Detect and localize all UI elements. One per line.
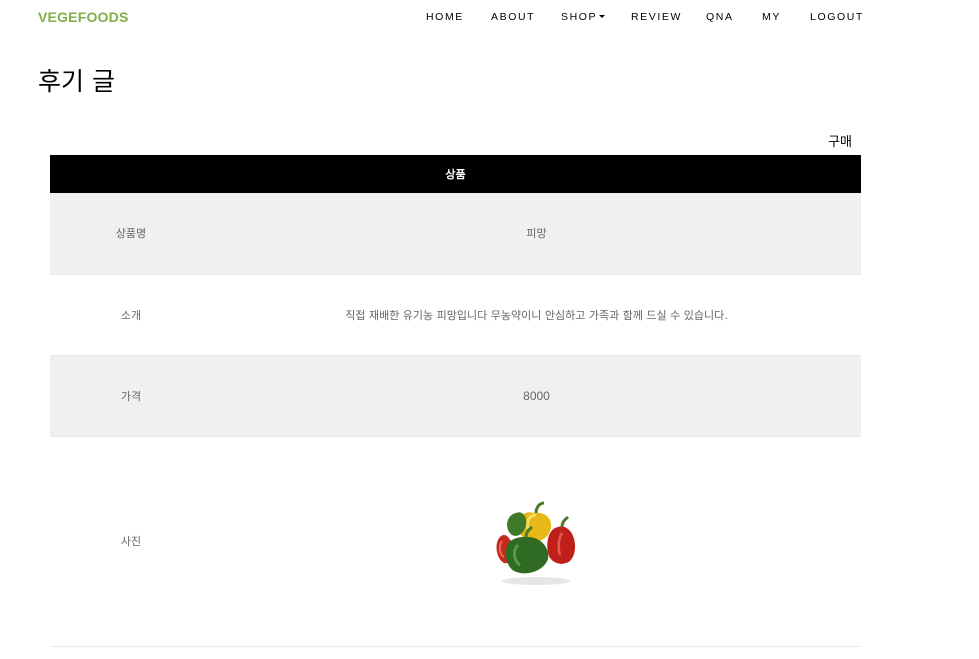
row-label-photo: 사진 [50, 436, 212, 647]
table-header: 상품 [50, 155, 861, 193]
page-title: 후기 글 [38, 67, 115, 96]
nav-item-qna[interactable]: QNA [706, 11, 734, 23]
nav-item-about[interactable]: ABOUT [491, 11, 535, 23]
table-row: 소개 직접 재배한 유기농 피망입니다 무농약이니 안심하고 가족과 함께 드실… [50, 274, 861, 356]
buy-link[interactable]: 구매 [828, 131, 852, 150]
row-label-description: 소개 [50, 274, 212, 356]
row-label-price: 가격 [50, 355, 212, 437]
caret-down-icon [599, 15, 606, 18]
table-row: 사진 [50, 436, 861, 647]
product-name: 피망 [212, 193, 861, 275]
product-description: 직접 재배한 유기농 피망입니다 무농약이니 안심하고 가족과 함께 드실 수 … [212, 274, 861, 356]
nav-item-my[interactable]: MY [762, 11, 781, 23]
nav-menu: HOME ABOUT SHOP REVIEW QNA MY LOGOUT [0, 11, 979, 25]
nav-item-home[interactable]: HOME [426, 11, 464, 23]
bell-peppers-photo [496, 501, 575, 585]
row-label-name: 상품명 [50, 193, 212, 275]
table-header-row: 상품 [50, 155, 861, 193]
nav-item-review[interactable]: REVIEW [631, 11, 682, 23]
nav-item-shop[interactable]: SHOP [561, 11, 606, 23]
nav-item-logout[interactable]: LOGOUT [810, 11, 864, 23]
product-table: 상품 상품명 피망 소개 직접 재배한 유기농 피망입니다 무농약이니 안심하고… [50, 155, 861, 647]
product-photo-cell [212, 436, 861, 647]
table-row: 가격 8000 [50, 355, 861, 437]
product-price: 8000 [212, 355, 861, 437]
nav-item-shop-label: SHOP [561, 11, 598, 23]
navbar: VEGEFOODS HOME ABOUT SHOP REVIEW QNA MY … [0, 0, 979, 34]
table-row: 상품명 피망 [50, 193, 861, 275]
